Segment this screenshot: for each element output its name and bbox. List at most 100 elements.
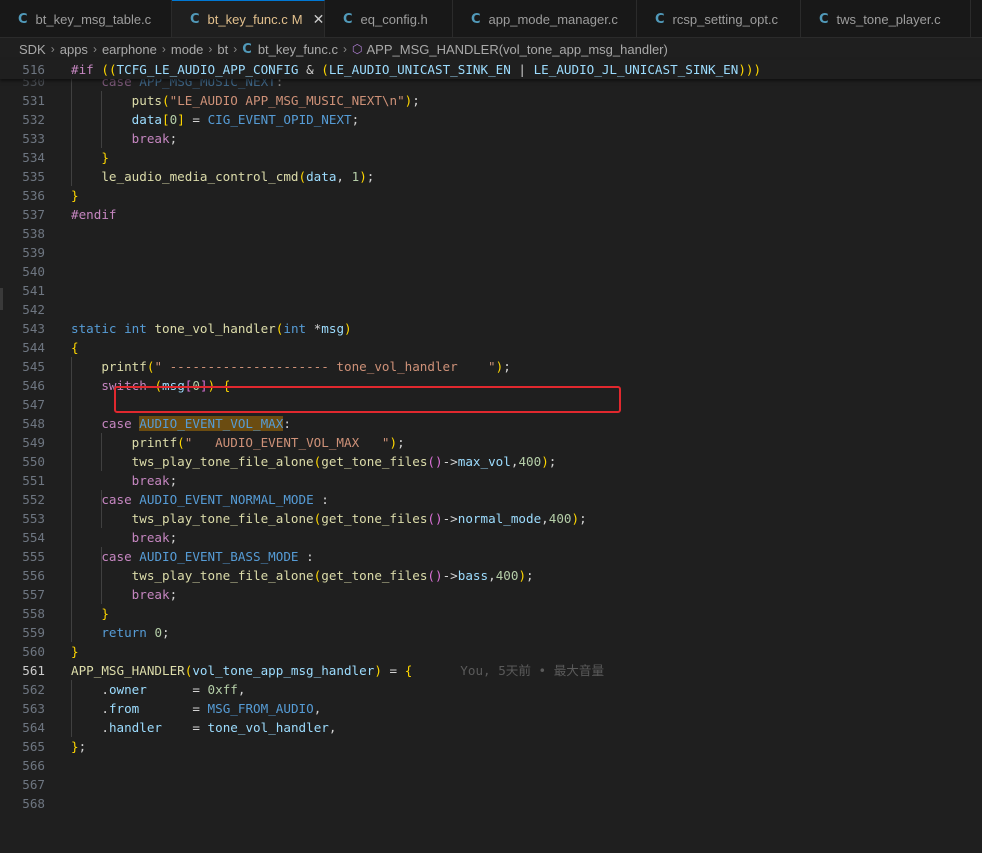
chevron-right-icon: ›	[233, 42, 238, 56]
code-text: data[0] = CIG_EVENT_OPID_NEXT;	[131, 112, 360, 127]
chevron-right-icon: ›	[92, 42, 97, 56]
code-line[interactable]: 568	[0, 794, 982, 813]
breadcrumb-item-apps[interactable]: apps	[60, 42, 88, 57]
breadcrumb-item-bt[interactable]: bt	[217, 42, 228, 57]
sticky-scroll-line[interactable]: 516 #if ((TCFG_LE_AUDIO_APP_CONFIG & (LE_…	[0, 60, 982, 79]
code-line[interactable]: 539	[0, 243, 982, 262]
c-file-icon: C	[655, 11, 665, 27]
close-icon[interactable]: ✕	[313, 11, 325, 28]
code-line[interactable]: 566	[0, 756, 982, 775]
code-line[interactable]: 531 puts("LE_AUDIO APP_MSG_MUSIC_NEXT\n"…	[0, 91, 982, 110]
line-number: 563	[22, 701, 45, 716]
code-line[interactable]: 561 APP_MSG_HANDLER(vol_tone_app_msg_hand…	[0, 661, 982, 680]
line-number: 538	[22, 226, 45, 241]
code-line[interactable]: 541	[0, 281, 982, 300]
code-line[interactable]: 538	[0, 224, 982, 243]
code-text: }	[71, 644, 79, 659]
line-number: 560	[22, 644, 45, 659]
line-number: 543	[22, 321, 45, 336]
code-line[interactable]: 549 printf(" AUDIO_EVENT_VOL_MAX ");	[0, 433, 982, 452]
code-line[interactable]: 543 static int tone_vol_handler(int *msg)	[0, 319, 982, 338]
indent-guide	[101, 585, 103, 604]
code-line[interactable]: 554 break;	[0, 528, 982, 547]
code-text: le_audio_media_control_cmd(data, 1);	[101, 169, 375, 184]
line-number: 531	[22, 93, 45, 108]
code-line[interactable]: 555 case AUDIO_EVENT_BASS_MODE :	[0, 547, 982, 566]
code-line[interactable]: 564 .handler = tone_vol_handler,	[0, 718, 982, 737]
breadcrumb-item-sdk[interactable]: SDK	[19, 42, 46, 57]
line-number: 540	[22, 264, 45, 279]
code-text: #endif	[71, 207, 117, 222]
code-line[interactable]: 553 tws_play_tone_file_alone(get_tone_fi…	[0, 509, 982, 528]
code-text: tws_play_tone_file_alone(get_tone_files(…	[131, 511, 587, 526]
breadcrumb-item-symbol[interactable]: APP_MSG_HANDLER(vol_tone_app_msg_handler…	[367, 42, 668, 57]
code-text: break;	[131, 587, 178, 602]
c-file-icon: C	[242, 41, 252, 57]
git-blame-annotation: You, 5天前 • 最大音量	[460, 663, 605, 678]
line-number: 545	[22, 359, 45, 374]
code-line[interactable]: 565};	[0, 737, 982, 756]
code-line[interactable]: 532 data[0] = CIG_EVENT_OPID_NEXT;	[0, 110, 982, 129]
line-number: 557	[22, 587, 45, 602]
code-text: }	[71, 188, 79, 203]
code-line[interactable]: 544 {	[0, 338, 982, 357]
highlight-annotation-box	[114, 386, 621, 413]
code-editor[interactable]: 530 case APP_MSG_MUSIC_NEXT: 531 puts("LE…	[0, 60, 982, 853]
line-number: 550	[22, 454, 45, 469]
code-text: break;	[131, 131, 178, 146]
breadcrumb-item-earphone[interactable]: earphone	[102, 42, 157, 57]
editor-tab-bar: C bt_key_msg_table.c C bt_key_func.c M ✕…	[0, 0, 982, 38]
code-line[interactable]: 558 }	[0, 604, 982, 623]
tab-label: rcsp_setting_opt.c	[672, 11, 779, 27]
code-line[interactable]: 533 break;	[0, 129, 982, 148]
line-number: 537	[22, 207, 45, 222]
line-number: 534	[22, 150, 45, 165]
breadcrumb: SDK › apps › earphone › mode › bt › C bt…	[0, 38, 982, 60]
c-file-icon: C	[343, 11, 353, 27]
code-line[interactable]: 562 .owner = 0xff,	[0, 680, 982, 699]
code-line[interactable]: 557 break;	[0, 585, 982, 604]
code-text: break;	[131, 473, 178, 488]
code-line[interactable]: 548 case AUDIO_EVENT_VOL_MAX:	[0, 414, 982, 433]
tab-bt-key-func[interactable]: C bt_key_func.c M ✕	[172, 0, 325, 37]
code-text: }	[101, 150, 109, 165]
code-line[interactable]: 534 }	[0, 148, 982, 167]
code-line[interactable]: 563 .from = MSG_FROM_AUDIO,	[0, 699, 982, 718]
code-text: APP_MSG_HANDLER(vol_tone_app_msg_handler…	[71, 663, 605, 678]
breadcrumb-item-mode[interactable]: mode	[171, 42, 204, 57]
line-number: 566	[22, 758, 45, 773]
code-line[interactable]: 556 tws_play_tone_file_alone(get_tone_fi…	[0, 566, 982, 585]
code-text: };	[71, 739, 87, 754]
c-file-icon: C	[190, 12, 200, 27]
code-line[interactable]: 535 le_audio_media_control_cmd(data, 1);	[0, 167, 982, 186]
code-line[interactable]: 537 #endif	[0, 205, 982, 224]
code-text: .owner = 0xff,	[101, 682, 246, 697]
line-number: 553	[22, 511, 45, 526]
tab-rcsp-setting-opt[interactable]: C rcsp_setting_opt.c	[637, 0, 801, 37]
code-line[interactable]: 545 printf(" --------------------- tone_…	[0, 357, 982, 376]
code-line[interactable]: 550 tws_play_tone_file_alone(get_tone_fi…	[0, 452, 982, 471]
code-line[interactable]: 567	[0, 775, 982, 794]
tab-bt-key-msg-table[interactable]: C bt_key_msg_table.c	[0, 0, 172, 37]
breadcrumb-item-file[interactable]: bt_key_func.c	[258, 42, 338, 57]
code-line[interactable]: 560}	[0, 642, 982, 661]
indent-guide	[71, 72, 72, 186]
code-text: puts("LE_AUDIO APP_MSG_MUSIC_NEXT\n");	[131, 93, 420, 108]
line-number: 549	[22, 435, 45, 450]
tab-label: app_mode_manager.c	[488, 11, 618, 27]
line-number: 541	[22, 283, 45, 298]
code-line[interactable]: 536}	[0, 186, 982, 205]
tab-app-mode-manager[interactable]: C app_mode_manager.c	[453, 0, 637, 37]
code-line[interactable]: 542	[0, 300, 982, 319]
code-line[interactable]: 551 break;	[0, 471, 982, 490]
line-number: 561	[22, 663, 45, 678]
tab-tws-tone-player[interactable]: C tws_tone_player.c	[801, 0, 971, 37]
line-number: 542	[22, 302, 45, 317]
tab-eq-config[interactable]: C eq_config.h	[325, 0, 453, 37]
code-text: break;	[131, 530, 178, 545]
code-line[interactable]: 559 return 0;	[0, 623, 982, 642]
code-line[interactable]: 540	[0, 262, 982, 281]
line-number: 555	[22, 549, 45, 564]
code-line[interactable]: 552 case AUDIO_EVENT_NORMAL_MODE :	[0, 490, 982, 509]
chevron-right-icon: ›	[161, 42, 166, 56]
